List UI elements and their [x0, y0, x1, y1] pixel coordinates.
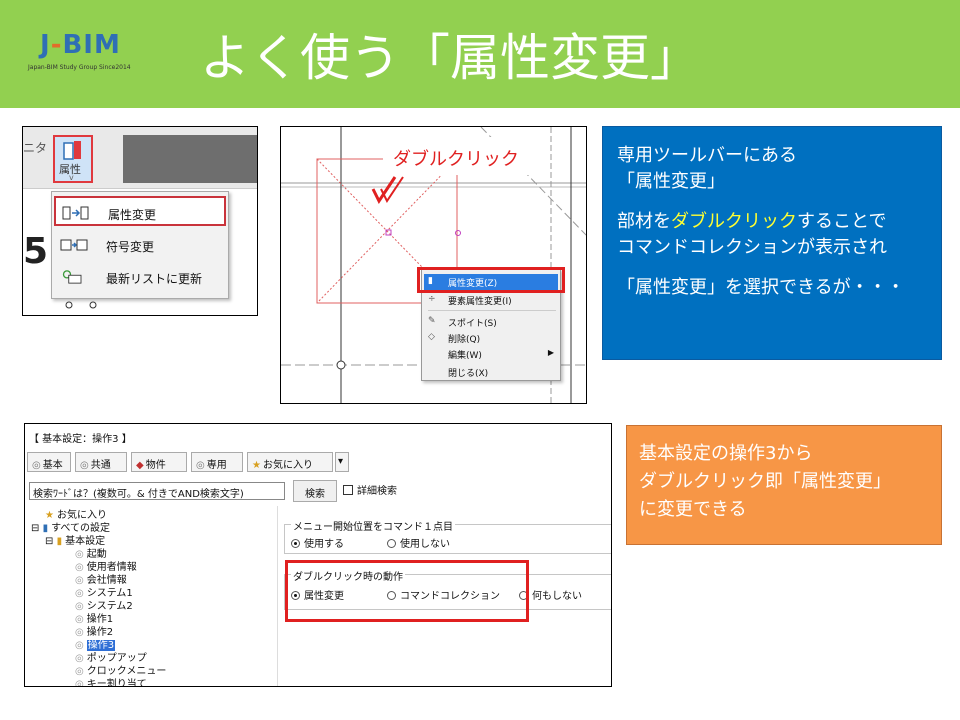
blue-line-4: コマンドコレクションが表示され [617, 237, 887, 258]
tab-label: 共通 [90, 460, 111, 471]
element-attribute-icon: ÷ [428, 294, 436, 304]
page-icon: ◎ [75, 679, 84, 687]
logo-subtitle: Japan-BIM Study Group Since2014 [28, 64, 131, 71]
radio-use[interactable]: 使用する [291, 535, 344, 550]
detail-search-checkbox[interactable]: 詳細検索 [343, 482, 397, 497]
background-digit: 5 [23, 231, 49, 272]
menu-start-group: メニュー開始位置をコマンド１点目 使用する 使用しない [284, 518, 611, 554]
context-item-edit[interactable]: 編集(W) ▶ [424, 346, 558, 362]
menu-item-label: 符号変更 [106, 240, 155, 254]
star-icon: ★ [252, 460, 261, 471]
tree-collapse-icon[interactable]: ⊟ [31, 523, 39, 534]
orange-line-2: ダブルクリック即「属性変更」 [639, 471, 891, 492]
blue-line-3: 部材をダブルクリックすることで [617, 209, 927, 235]
orange-explanation-box: 基本設定の操作3から ダブルクリック即「属性変更」 に変更できる [626, 425, 942, 545]
menu-item-label: 属性変更 [108, 208, 157, 222]
blue-line-5: 「属性変更」を選択できるが・・・ [617, 277, 905, 298]
context-item-label: 編集(W) [448, 351, 482, 361]
toolbar-dropdown-menu: 属性変更 符号変更 最新リストに更新 [51, 191, 229, 299]
radio-dot [387, 539, 396, 548]
attribute-toolbar-button[interactable]: 属性 v [53, 135, 93, 183]
toolbar-dropdown-screenshot: ニタ 属性 v 5 属性変更 符号変更 最新リストに更新 [22, 126, 258, 316]
menu-item-label: 最新リストに更新 [106, 272, 203, 286]
settings-dialog-screenshot: 【 基本設定：操作3 】 ◎ 基本 ◎ 共通 ◆ 物件 ◎ 専用 ★ お気に入り ▾ 検索… [24, 423, 612, 687]
attribute-change-highlight [417, 267, 565, 293]
detail-search-label: 詳細検索 [357, 486, 397, 497]
code-change-icon [60, 239, 88, 251]
context-item-label: 要素属性変更(I) [448, 297, 512, 307]
menu-item-refresh-list[interactable]: 最新リストに更新 [54, 262, 226, 292]
tab-dedicated[interactable]: ◎ 専用 [191, 452, 243, 472]
context-item-delete[interactable]: ◇ 削除(Q) [424, 330, 558, 346]
cad-double-click-screenshot: ダブルクリック ▮ 属性変更(Z) ÷ 要素属性変更(I) ✎ スポイト(S) … [280, 126, 587, 404]
radio-label: 使用する [304, 539, 344, 550]
toolbar-dark-area [123, 135, 257, 183]
menu-item-code-change[interactable]: 符号変更 [54, 230, 226, 260]
checkbox-box [343, 485, 353, 495]
chevron-down-icon: v [69, 173, 74, 182]
submenu-arrow-icon: ▶ [547, 348, 554, 357]
chevron-down-icon: ▾ [338, 456, 344, 467]
tab-favorites[interactable]: ★ お気に入り [247, 452, 333, 472]
radio-dot [291, 539, 300, 548]
blue-line-2: 「属性変更」 [617, 171, 725, 192]
settings-tab-bar: ◎ 基本 ◎ 共通 ◆ 物件 ◎ 専用 ★ お気に入り ▾ [27, 452, 359, 472]
double-click-label: ダブルクリック [383, 137, 533, 175]
radio-not-use[interactable]: 使用しない [387, 535, 450, 550]
tree-collapse-icon[interactable]: ⊟ [45, 536, 53, 547]
blue-line-3-highlight: ダブルクリック [671, 211, 797, 232]
tab-label: 専用 [206, 460, 227, 471]
tab-dropdown-button[interactable]: ▾ [335, 452, 349, 472]
attribute-change-icon [62, 206, 89, 220]
context-item-close[interactable]: 閉じる(X) [424, 364, 558, 380]
tree-item[interactable]: ◎ キー割り当て [75, 675, 147, 687]
dialog-title: 【 基本設定：操作3 】 [29, 434, 132, 445]
orange-line-3: に変更できる [639, 499, 747, 520]
tree-item-label: キー割り当て [86, 679, 147, 687]
group-caption: メニュー開始位置をコマンド１点目 [291, 518, 455, 533]
eraser-icon: ◇ [428, 332, 435, 342]
slide-title: よく使う「属性変更」 [200, 29, 700, 87]
context-item-label: スポイト(S) [448, 319, 497, 329]
tab-icon: ◎ [196, 460, 205, 471]
background-grid-marks [65, 301, 97, 309]
tab-icon: ◆ [136, 460, 144, 471]
blue-line-3-post: することで [797, 211, 887, 232]
tab-icon: ◎ [32, 460, 41, 471]
tab-common[interactable]: ◎ 共通 [75, 452, 127, 472]
menu-separator [428, 310, 556, 311]
tab-label: お気に入り [262, 460, 313, 471]
eyedropper-icon: ✎ [428, 316, 436, 326]
orange-line-1: 基本設定の操作3から [639, 443, 813, 464]
blue-line-3-pre: 部材を [617, 211, 671, 232]
blue-explanation-box: 専用ツールバーにある 「属性変更」 部材をダブルクリックすることで コマンドコレ… [602, 126, 942, 360]
context-item-label: 閉じる(X) [448, 369, 489, 379]
toolbar-partial-label: ニタ [23, 141, 48, 155]
menu-item-attribute-change[interactable]: 属性変更 [54, 196, 226, 226]
tab-label: 物件 [145, 460, 166, 471]
tab-icon: ◎ [80, 460, 89, 471]
context-item-label: 削除(Q) [448, 335, 481, 345]
j-bim-logo: J-BIM Japan-BIM Study Group Since2014 [28, 26, 146, 78]
radio-label: 使用しない [400, 539, 450, 550]
radio-label: 何もしない [532, 591, 582, 602]
refresh-list-icon [62, 270, 82, 284]
tab-basic[interactable]: ◎ 基本 [27, 452, 71, 472]
header-bar: J-BIM Japan-BIM Study Group Since2014 よく… [0, 0, 960, 108]
tab-label: 基本 [42, 460, 63, 471]
search-button[interactable]: 検索 [293, 480, 337, 502]
context-item-element-attribute[interactable]: ÷ 要素属性変更(I) [424, 292, 558, 308]
settings-tree: ★ お気に入り ⊟ ▮ すべての設定 ⊟ ▮ 基本設定 ◎ 起動 ◎ 使用者情報 ◎ 会社情… [27, 506, 273, 686]
context-item-eyedropper[interactable]: ✎ スポイト(S) [424, 314, 558, 330]
search-input[interactable]: 検索ﾜｰﾄﾞは？(複数可。& 付きでAND検索文字) [29, 482, 285, 500]
tab-property[interactable]: ◆ 物件 [131, 452, 187, 472]
double-click-option-highlight [285, 560, 529, 622]
blue-line-1: 専用ツールバーにある [617, 145, 797, 166]
attribute-icon [63, 141, 81, 160]
folder-icon: ▮ [56, 536, 63, 547]
logo-text: J-BIM [40, 30, 121, 60]
